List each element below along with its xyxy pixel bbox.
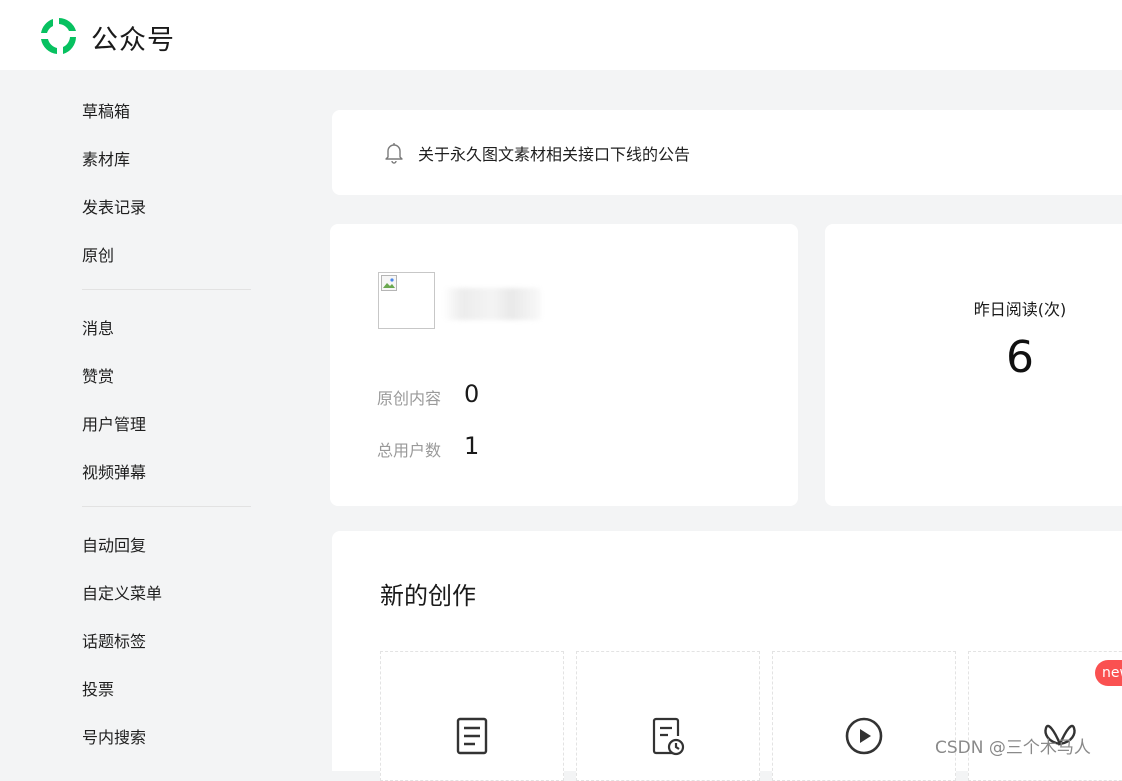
notice-card: 关于永久图文素材相关接口下线的公告 xyxy=(332,110,1122,195)
video-play-icon xyxy=(845,717,883,755)
sidebar-item-publish-records[interactable]: 发表记录 xyxy=(82,194,146,218)
sidebar-divider xyxy=(82,506,251,507)
account-name-redacted xyxy=(443,288,541,320)
top-header: 公众号 xyxy=(0,0,1122,70)
sidebar-item-materials[interactable]: 素材库 xyxy=(82,146,130,170)
scheduled-article-icon xyxy=(652,717,685,756)
notice-link[interactable]: 关于永久图文素材相关接口下线的公告 xyxy=(418,141,690,165)
broken-image-icon xyxy=(381,275,397,291)
create-article-tile[interactable] xyxy=(380,651,564,781)
yesterday-reads-value: 6 xyxy=(1006,332,1034,383)
create-video-tile[interactable] xyxy=(772,651,956,781)
sidebar-divider xyxy=(82,289,251,290)
sidebar-item-video-danmaku[interactable]: 视频弹幕 xyxy=(82,459,146,483)
sidebar-item-topic-tags[interactable]: 话题标签 xyxy=(82,628,146,652)
original-content-value: 0 xyxy=(464,380,480,408)
sidebar-item-user-management[interactable]: 用户管理 xyxy=(82,411,146,435)
account-card: 原创内容 0 总用户数 1 xyxy=(330,224,798,506)
article-icon xyxy=(456,717,488,755)
watermark-text: CSDN @三个木马人 xyxy=(935,738,1091,758)
sidebar-item-rewards[interactable]: 赞赏 xyxy=(82,363,114,387)
bell-icon xyxy=(385,143,403,164)
wechat-mp-logo-icon[interactable] xyxy=(38,15,80,57)
yesterday-reads-label: 昨日阅读(次) xyxy=(973,300,1067,319)
sidebar-item-in-account-search[interactable]: 号内搜索 xyxy=(82,724,146,748)
sidebar-item-messages[interactable]: 消息 xyxy=(82,315,114,339)
sidebar-item-vote[interactable]: 投票 xyxy=(82,676,114,700)
total-users-label: 总用户数 xyxy=(377,441,442,460)
sidebar-item-auto-reply[interactable]: 自动回复 xyxy=(82,532,146,556)
avatar[interactable] xyxy=(378,272,435,329)
sidebar-item-drafts[interactable]: 草稿箱 xyxy=(82,98,130,122)
new-badge: new xyxy=(1095,660,1122,686)
sidebar-item-custom-menu[interactable]: 自定义菜单 xyxy=(82,580,162,604)
sidebar-nav: 草稿箱 素材库 发表记录 原创 消息 赞赏 用户管理 视频弹幕 自动回复 自定义… xyxy=(0,70,300,765)
brand-title[interactable]: 公众号 xyxy=(91,18,175,57)
sidebar-item-original[interactable]: 原创 xyxy=(82,242,114,266)
yesterday-reads-card: 昨日阅读(次) 6 xyxy=(825,224,1122,506)
total-users-value: 1 xyxy=(464,432,480,460)
section-title: 新的创作 xyxy=(380,582,476,610)
original-content-label: 原创内容 xyxy=(377,389,442,408)
create-scheduled-article-tile[interactable] xyxy=(576,651,760,781)
